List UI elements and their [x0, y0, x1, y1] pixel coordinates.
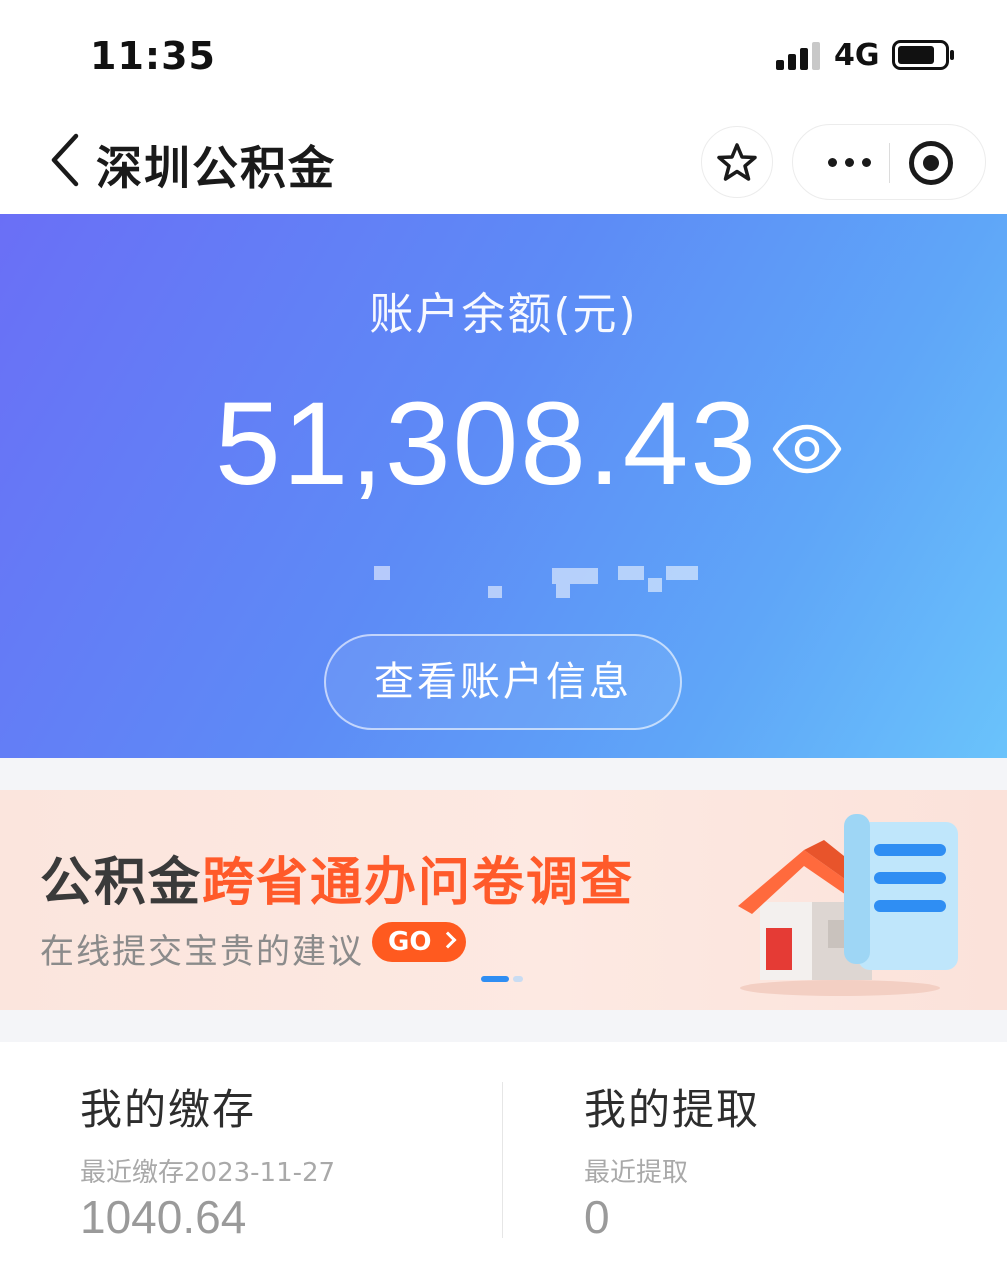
view-account-info-button[interactable]: 查看账户信息 [324, 634, 682, 730]
favorite-button[interactable] [701, 126, 773, 198]
withdrawal-card[interactable]: 我的提取 最近提取 0 [584, 1042, 984, 1280]
status-bar: 11:35 4G [0, 0, 1007, 110]
banner-subtitle: 在线提交宝贵的建议 [40, 932, 364, 972]
summary-section: 我的缴存 最近缴存2023-11-27 1040.64 我的提取 最近提取 0 [0, 1042, 1007, 1280]
page-title: 深圳公积金 [96, 141, 336, 195]
deposit-value: 1040.64 [80, 1191, 247, 1243]
promo-banner[interactable]: 公积金跨省通办问卷调查 在线提交宝贵的建议 GO [0, 790, 1007, 1010]
battery-icon [892, 40, 954, 70]
house-document-illustration [738, 814, 958, 996]
deposit-title: 我的缴存 [80, 1085, 257, 1134]
nav-bar: 深圳公积金 [0, 110, 1007, 214]
go-label: GO [388, 927, 432, 957]
carousel-dot-active [481, 976, 509, 982]
withdrawal-meta: 最近提取 [584, 1158, 689, 1188]
banner-title-accent: 跨省通办问卷调查 [202, 853, 635, 913]
chevron-right-icon [439, 931, 457, 949]
summary-divider [502, 1082, 503, 1238]
back-icon[interactable] [46, 132, 82, 188]
app-screen: 11:35 4G 深圳公积金 账户余额(元) 51,308.43 查看账户信息 … [0, 0, 1007, 1280]
go-button[interactable]: GO [372, 922, 466, 962]
carousel-dot [513, 976, 523, 982]
target-icon[interactable] [909, 141, 953, 185]
more-icon[interactable] [813, 125, 885, 199]
balance-amount: 51,308.43 [215, 378, 758, 510]
status-time: 11:35 [90, 34, 216, 78]
mini-program-capsule [792, 124, 986, 200]
masked-account-number [360, 564, 700, 604]
withdrawal-value: 0 [584, 1191, 610, 1243]
star-icon [717, 143, 757, 181]
network-type: 4G [834, 38, 880, 73]
deposit-meta: 最近缴存2023-11-27 [80, 1158, 336, 1188]
deposit-card[interactable]: 我的缴存 最近缴存2023-11-27 1040.64 [80, 1042, 500, 1280]
withdrawal-title: 我的提取 [584, 1085, 761, 1134]
banner-title: 公积金跨省通办问卷调查 [40, 840, 634, 915]
eye-icon[interactable] [772, 424, 842, 474]
carousel-indicator [481, 976, 523, 982]
banner-title-dark: 公积金 [40, 853, 203, 913]
balance-row: 51,308.43 [0, 376, 1007, 512]
capsule-divider [889, 143, 890, 183]
balance-label: 账户余额(元) [369, 289, 638, 340]
balance-card: 账户余额(元) 51,308.43 查看账户信息 [0, 214, 1007, 758]
signal-icon [776, 42, 820, 70]
